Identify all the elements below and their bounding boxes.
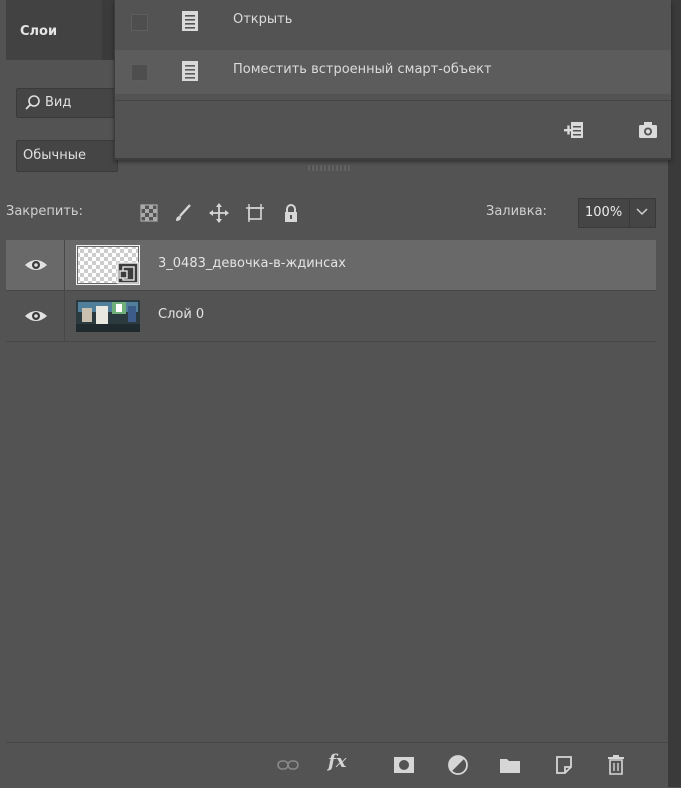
menu-item-place-embedded[interactable]: Поместить встроенный смарт-объект bbox=[115, 50, 671, 94]
blend-mode-dropdown[interactable]: Обычные bbox=[16, 140, 118, 172]
blend-mode-label: Обычные bbox=[23, 148, 86, 163]
layer-name[interactable]: Слой 0 bbox=[158, 307, 204, 322]
visibility-cell[interactable] bbox=[6, 291, 65, 341]
layer-name[interactable]: 3_0483_девочка-в-ждинсах bbox=[158, 256, 346, 271]
filter-kind-label: Вид bbox=[45, 95, 72, 110]
layers-list: 3_0483_девочка-в-ждинсах Слой 0 bbox=[6, 240, 668, 740]
artboard-icon[interactable] bbox=[244, 202, 266, 224]
eye-icon[interactable] bbox=[24, 307, 48, 325]
menu-border bbox=[115, 158, 671, 160]
layer-mask-icon[interactable] bbox=[392, 753, 416, 777]
menu-footer bbox=[115, 101, 671, 159]
smart-object-thumbnail[interactable] bbox=[76, 245, 140, 285]
layer-thumbnail[interactable] bbox=[76, 296, 140, 336]
visibility-cell[interactable] bbox=[6, 240, 65, 290]
layer-row-raster[interactable]: Слой 0 bbox=[6, 291, 656, 341]
new-layer-icon[interactable] bbox=[552, 753, 576, 777]
filter-kind-dropdown[interactable]: Вид bbox=[16, 88, 130, 118]
place-embedded-icon[interactable] bbox=[563, 119, 585, 141]
lock-label: Закрепить: bbox=[6, 204, 83, 219]
lock-transparent-pixels-icon[interactable] bbox=[138, 202, 160, 224]
document-icon bbox=[182, 11, 198, 31]
resize-grip[interactable] bbox=[308, 165, 352, 171]
layer-row-smart-object[interactable]: 3_0483_девочка-в-ждинсах bbox=[6, 240, 656, 290]
tab-layers[interactable]: Слои bbox=[20, 12, 57, 52]
search-icon bbox=[25, 95, 40, 110]
lock-icon[interactable] bbox=[280, 202, 302, 224]
fill-value[interactable]: 100% bbox=[585, 205, 622, 220]
fill-label: Заливка: bbox=[486, 204, 547, 219]
document-icon bbox=[182, 61, 198, 81]
link-layers-icon[interactable] bbox=[276, 753, 300, 777]
menu-checkbox bbox=[131, 14, 148, 31]
group-folder-icon[interactable] bbox=[498, 753, 522, 777]
layer-divider bbox=[6, 341, 656, 342]
move-icon[interactable] bbox=[208, 202, 230, 224]
trash-icon[interactable] bbox=[604, 753, 628, 777]
fill-divider bbox=[629, 199, 630, 227]
menu-item-label: Поместить встроенный смарт-объект bbox=[233, 62, 492, 77]
adjustment-layer-icon[interactable] bbox=[446, 753, 470, 777]
camera-icon[interactable] bbox=[637, 119, 659, 141]
fill-opacity-field[interactable]: 100% bbox=[578, 198, 656, 228]
eye-icon[interactable] bbox=[24, 256, 48, 274]
lock-row: Закрепить: Заливка: 100% bbox=[6, 194, 668, 234]
menu-item-label: Открыть bbox=[233, 12, 293, 27]
chevron-down-icon[interactable] bbox=[635, 205, 649, 219]
menu-checkbox bbox=[131, 64, 148, 81]
fx-icon[interactable]: fx bbox=[328, 751, 346, 772]
context-menu: Открыть Поместить встроенный смарт-объек… bbox=[114, 0, 671, 160]
layers-bottom-toolbar: fx bbox=[6, 742, 668, 788]
menu-item-open[interactable]: Открыть bbox=[115, 0, 671, 44]
layers-panel: Слои Вид Обычные Открыть Поместить встро… bbox=[0, 0, 681, 788]
brush-icon[interactable] bbox=[172, 202, 194, 224]
